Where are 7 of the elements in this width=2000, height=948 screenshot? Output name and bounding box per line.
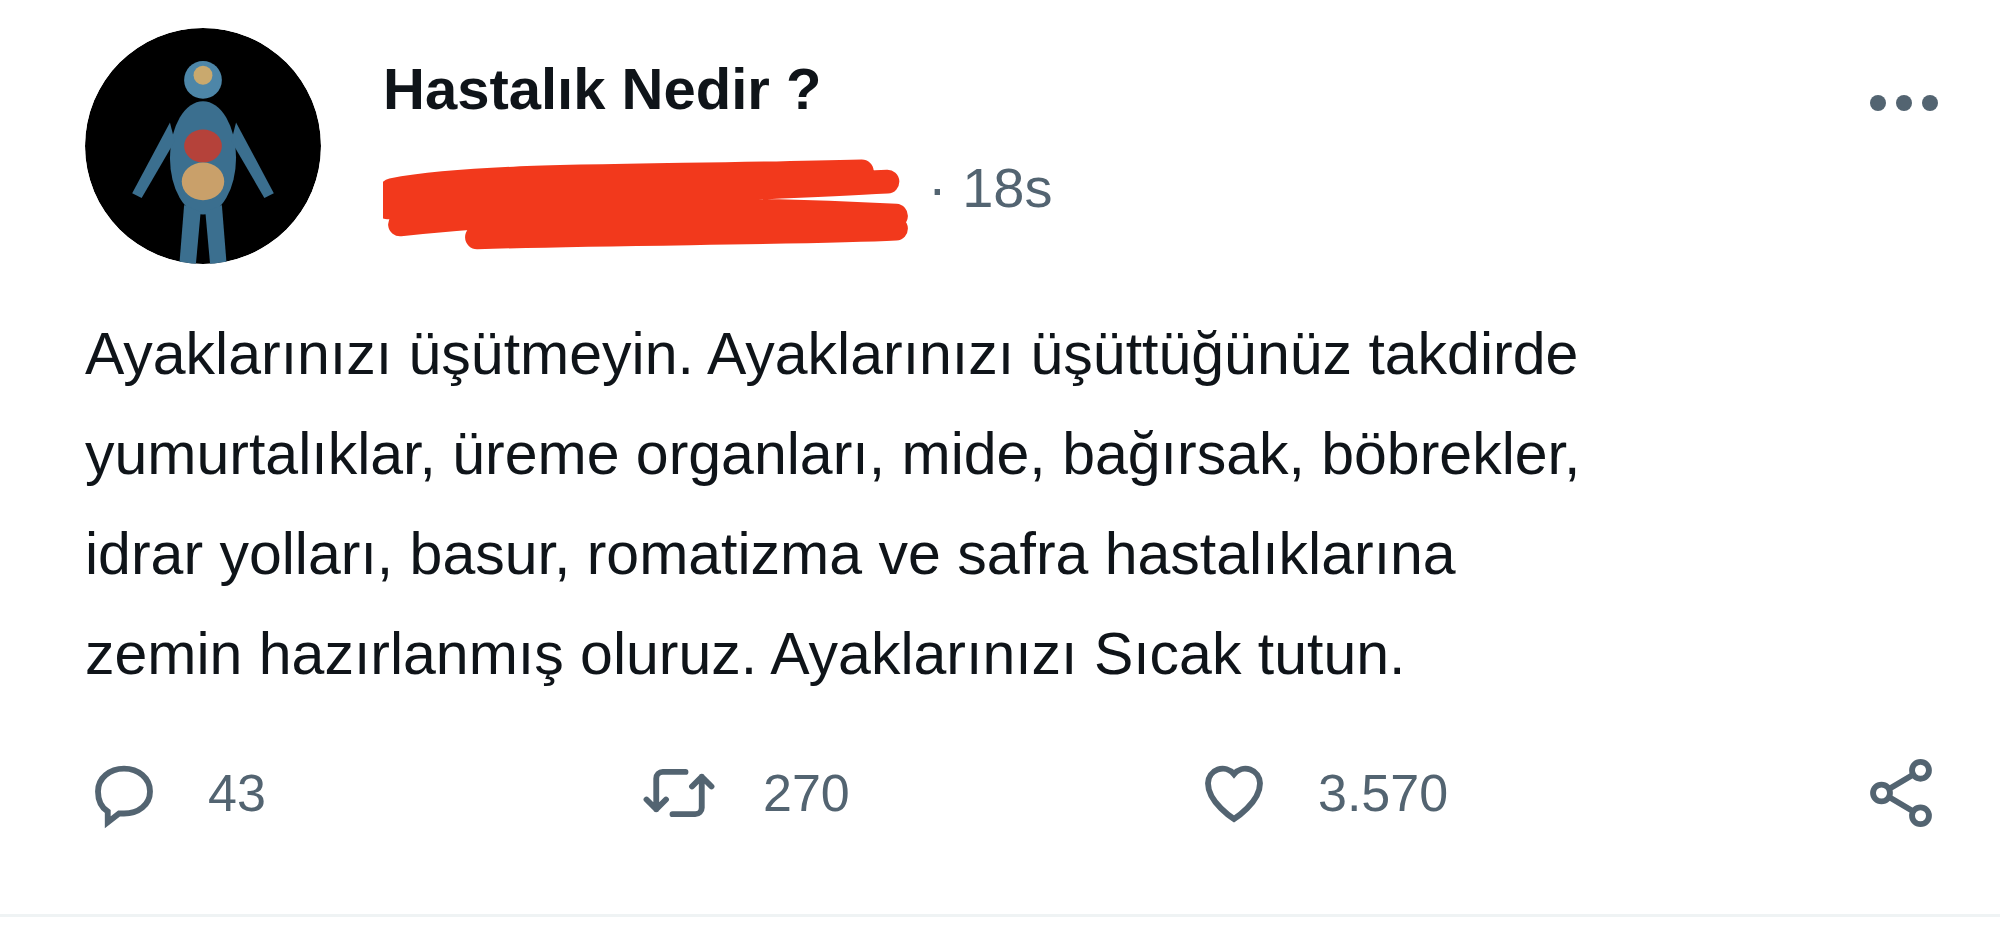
timestamp[interactable]: · 18s xyxy=(928,145,1053,230)
author-name[interactable]: Hastalık Nedir ? xyxy=(383,53,822,126)
tweet-text: Ayaklarınızı üşütmeyin. Ayaklarınızı üşüttüğünüz takdirde yumurtalıklar, üreme organları, mide, bağırsak, böbrekler, idrar yolları, basur, romatizma ve safra hastalıklarına zemin hazırlanmış oluruz. Ayaklarınızı Sıcak tutun. xyxy=(84,320,1582,689)
action-count: 43 xyxy=(208,763,266,824)
action-count: 3.570 xyxy=(1318,763,1449,824)
more-icon[interactable] xyxy=(1868,93,1940,113)
action-count: 270 xyxy=(763,763,850,824)
